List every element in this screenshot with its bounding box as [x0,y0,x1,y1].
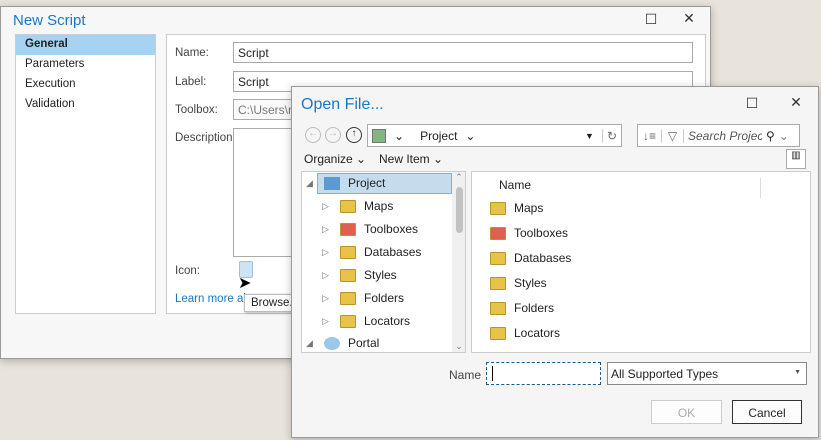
databases-folder-icon [490,252,506,265]
description-label: Description: [175,132,236,144]
list-item[interactable]: Folders [490,301,554,316]
nav-validation[interactable]: Validation [16,95,155,115]
tree-label: Locators [364,314,411,328]
tree-label: Maps [364,199,394,213]
open-file-dialog: Open File... ☐ ✕ ← → ↑ ⌄ Project ⌄ ▼ ↻ ↓… [291,86,819,438]
folders-folder-icon [490,302,506,315]
new-item-menu[interactable]: New Item ⌄ [379,152,443,166]
file-type-value: All Supported Types [611,367,719,381]
tree-item-styles[interactable]: ▷ Styles [322,268,397,283]
tree-label: Folders [364,291,405,305]
sort-icon[interactable]: ↓≡ [638,128,662,143]
filter-icon[interactable]: ▽ [662,128,684,143]
close-button[interactable]: ✕ [679,10,699,27]
tree-label: Toolboxes [364,222,419,236]
file-name-input[interactable] [486,362,601,385]
folder-tree: ◢ Project ▷ Maps ▷ Toolboxes ▷ Databases ▷ St… [301,171,466,353]
toolbox-label: Toolbox: [175,104,218,116]
new-item-label: New Item [379,152,430,166]
item-label: Databases [514,251,572,265]
chevron-down-icon[interactable]: ⌄ [779,129,789,143]
location-text: Project [420,128,458,143]
tree-item-project[interactable]: ◢ Project [306,176,385,191]
toolboxes-folder-icon [340,223,356,236]
tree-item-toolboxes[interactable]: ▷ Toolboxes [322,222,418,237]
chevron-down-icon: ⌄ [394,128,405,143]
maps-folder-icon [340,200,356,213]
file-type-select[interactable]: All Supported Types ▼ [607,362,807,385]
portal-icon [324,337,340,350]
tree-item-folders[interactable]: ▷ Folders [322,291,404,306]
toolboxes-folder-icon [490,227,506,240]
tree-label: Project [348,176,386,190]
databases-folder-icon [340,246,356,259]
dialog-title: New Script [13,12,86,29]
list-item[interactable]: Styles [490,276,547,291]
list-item[interactable]: Maps [490,201,543,216]
view-toggle-button[interactable]: ▥ [786,149,806,169]
chevron-down-icon: ⌄ [465,128,476,143]
up-button[interactable]: ↑ [346,127,362,143]
search-icon: ⚲ [766,128,775,143]
tree-item-databases[interactable]: ▷ Databases [322,245,421,260]
name-label: Name: [175,47,209,59]
name-field-label: Name [449,368,482,382]
locators-folder-icon [340,315,356,328]
location-combo[interactable]: ⌄ Project ⌄ ▼ ↻ [367,124,622,147]
refresh-icon[interactable]: ↻ [601,128,621,143]
organize-menu[interactable]: Organize ⌄ [304,152,366,166]
tree-item-maps[interactable]: ▷ Maps [322,199,393,214]
item-label: Maps [514,201,544,215]
dropdown-arrow-icon[interactable]: ▼ [585,131,594,141]
locators-folder-icon [490,327,506,340]
item-label: Toolboxes [514,226,569,240]
close-button[interactable]: ✕ [786,94,806,111]
folders-folder-icon [340,292,356,305]
cursor-icon: ➤ [238,275,252,292]
nav-parameters[interactable]: Parameters [16,55,155,75]
text-caret [492,366,493,381]
nav-execution[interactable]: Execution [16,75,155,95]
list-item[interactable]: Locators [490,326,560,341]
item-label: Locators [514,326,561,340]
nav-general[interactable]: General [16,35,155,55]
organize-label: Organize [304,152,353,166]
maximize-button[interactable]: ☐ [742,95,762,112]
icon-label: Icon: [175,265,200,277]
back-button[interactable]: ← [305,127,321,143]
search-input[interactable]: Search Projec [684,129,762,143]
tree-scrollbar[interactable]: ⌃ ⌄ [452,172,465,352]
list-item[interactable]: Toolboxes [490,226,568,241]
label-label: Label: [175,76,207,88]
maps-folder-icon [490,202,506,215]
dropdown-arrow-icon: ▼ [794,369,801,376]
styles-folder-icon [490,277,506,290]
tree-item-locators[interactable]: ▷ Locators [322,314,410,329]
tree-item-portal[interactable]: ◢ Portal [306,336,379,351]
project-icon [324,177,340,190]
project-icon [372,128,386,143]
list-item[interactable]: Databases [490,251,571,266]
column-header-name[interactable]: Name [499,178,761,198]
scroll-down-icon[interactable]: ⌄ [452,341,465,352]
scroll-up-icon[interactable]: ⌃ [452,172,465,183]
tree-label: Portal [348,336,380,350]
item-label: Styles [514,276,547,290]
tree-label: Styles [364,268,397,282]
forward-button[interactable]: → [325,127,341,143]
ok-button[interactable]: OK [651,400,722,424]
nav-list: General Parameters Execution Validation [15,34,156,314]
item-label: Folders [514,301,555,315]
tree-label: Databases [364,245,422,259]
scroll-thumb[interactable] [455,187,463,233]
maximize-button[interactable]: ☐ [641,11,661,28]
file-list: Name Maps Toolboxes Databases Styles Fol… [471,171,811,353]
dialog-title: Open File... [301,96,384,113]
name-input[interactable]: Script [233,42,693,63]
styles-folder-icon [340,269,356,282]
learn-more-link[interactable]: Learn more ab [175,293,250,305]
search-box[interactable]: ↓≡ ▽ Search Projec ⚲ ⌄ [637,124,800,147]
cancel-button[interactable]: Cancel [732,400,802,424]
